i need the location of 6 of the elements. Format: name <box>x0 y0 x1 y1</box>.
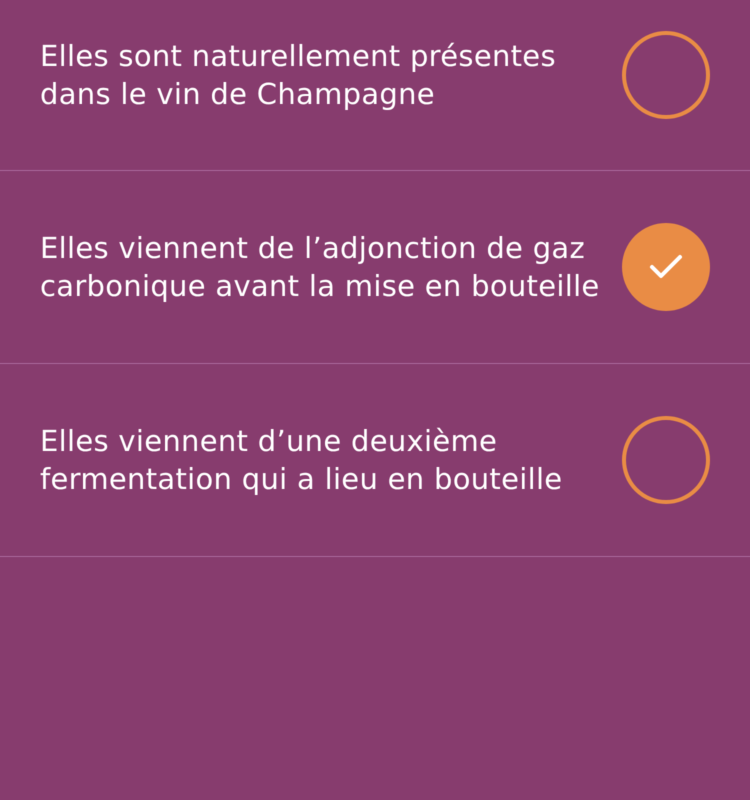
answer-radio[interactable] <box>622 31 710 119</box>
answer-radio[interactable] <box>622 416 710 504</box>
answer-text: Elles viennent d’une deuxième fermentation qui a lieu en bouteille <box>40 423 564 498</box>
answer-text: Elles viennent de l’adjonction de gaz carbonique avant la mise en bouteille <box>40 230 600 305</box>
answer-text: Elles sont naturellement présentes dans le vin de Champagne <box>40 38 557 113</box>
check-icon <box>649 254 683 280</box>
